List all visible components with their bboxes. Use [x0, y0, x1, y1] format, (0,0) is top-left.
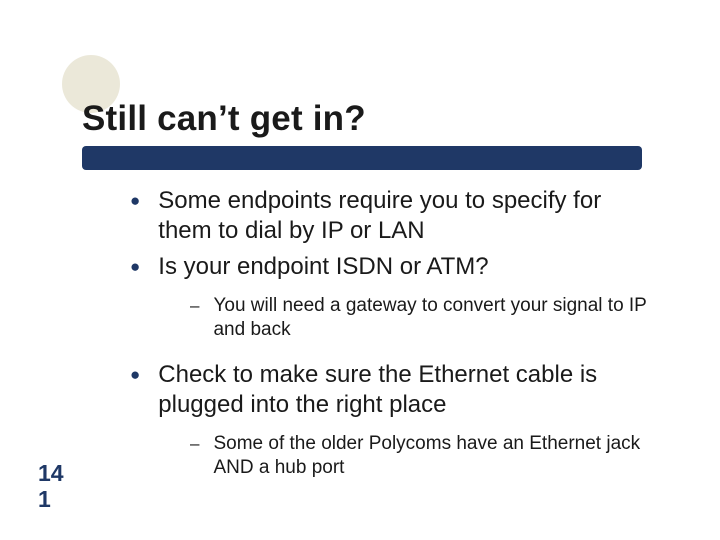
- bullet-dot-icon: ●: [130, 186, 140, 216]
- slide-number-line1: 14: [38, 460, 64, 486]
- slide-number-line2: 1: [38, 486, 64, 512]
- bullet-text: Is your endpoint ISDN or ATM?: [158, 252, 488, 282]
- bullet-dash-icon: –: [190, 294, 199, 318]
- slide-number: 14 1: [38, 460, 64, 512]
- sub-bullet-item: – You will need a gateway to convert you…: [190, 294, 660, 342]
- sub-bullet-text: Some of the older Polycoms have an Ether…: [213, 432, 660, 480]
- slide-body: ● Some endpoints require you to specify …: [130, 186, 660, 498]
- slide-title: Still can’t get in?: [82, 99, 366, 139]
- bullet-dot-icon: ●: [130, 252, 140, 282]
- bullet-dash-icon: –: [190, 432, 199, 456]
- sub-bullet-item: – Some of the older Polycoms have an Eth…: [190, 432, 660, 480]
- title-divider: [82, 146, 642, 170]
- bullet-item: ● Is your endpoint ISDN or ATM?: [130, 252, 660, 282]
- sub-bullet-text: You will need a gateway to convert your …: [213, 294, 660, 342]
- bullet-dot-icon: ●: [130, 360, 140, 390]
- bullet-text: Check to make sure the Ethernet cable is…: [158, 360, 660, 420]
- bullet-text: Some endpoints require you to specify fo…: [158, 186, 660, 246]
- bullet-item: ● Some endpoints require you to specify …: [130, 186, 660, 246]
- bullet-item: ● Check to make sure the Ethernet cable …: [130, 360, 660, 420]
